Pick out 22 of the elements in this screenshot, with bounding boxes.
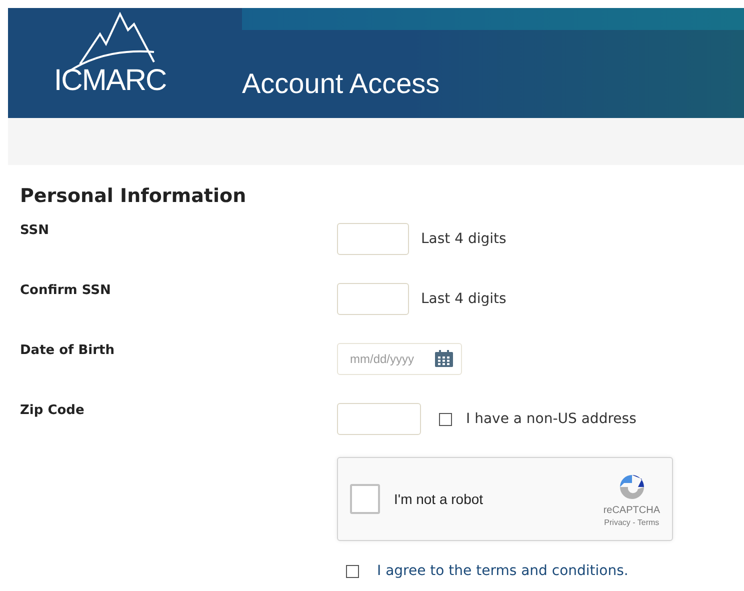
- date-field[interactable]: mm/dd/yyyy: [337, 343, 462, 375]
- terms-link[interactable]: I agree to the terms and conditions.: [377, 563, 628, 579]
- zip-field[interactable]: [337, 403, 421, 435]
- calendar-icon: [435, 350, 453, 367]
- field-label: Zip Code: [20, 403, 86, 418]
- ssn-field[interactable]: [337, 223, 409, 255]
- field-label: SSN: [20, 223, 50, 238]
- recaptcha-links[interactable]: Privacy - Terms: [604, 518, 660, 527]
- field-label: Date of Birth: [20, 343, 116, 358]
- captcha-label: I'm not a robot: [394, 491, 484, 507]
- recaptcha-brand: reCAPTCHA: [603, 505, 660, 516]
- field-label: Confirm SSN: [20, 283, 112, 298]
- checkbox[interactable]: [346, 564, 359, 578]
- ssn-field[interactable]: [337, 283, 409, 315]
- captcha-checkbox[interactable]: [350, 484, 380, 514]
- logo: ICMARC: [54, 66, 166, 96]
- hint-text: Last 4 digits: [421, 231, 506, 247]
- checkbox-label: I have a non-US address: [466, 411, 636, 427]
- page-title: Account Access: [242, 70, 440, 98]
- hint-text: Last 4 digits: [421, 291, 506, 307]
- checkbox[interactable]: [439, 412, 452, 426]
- section-title: Personal Information: [20, 185, 248, 207]
